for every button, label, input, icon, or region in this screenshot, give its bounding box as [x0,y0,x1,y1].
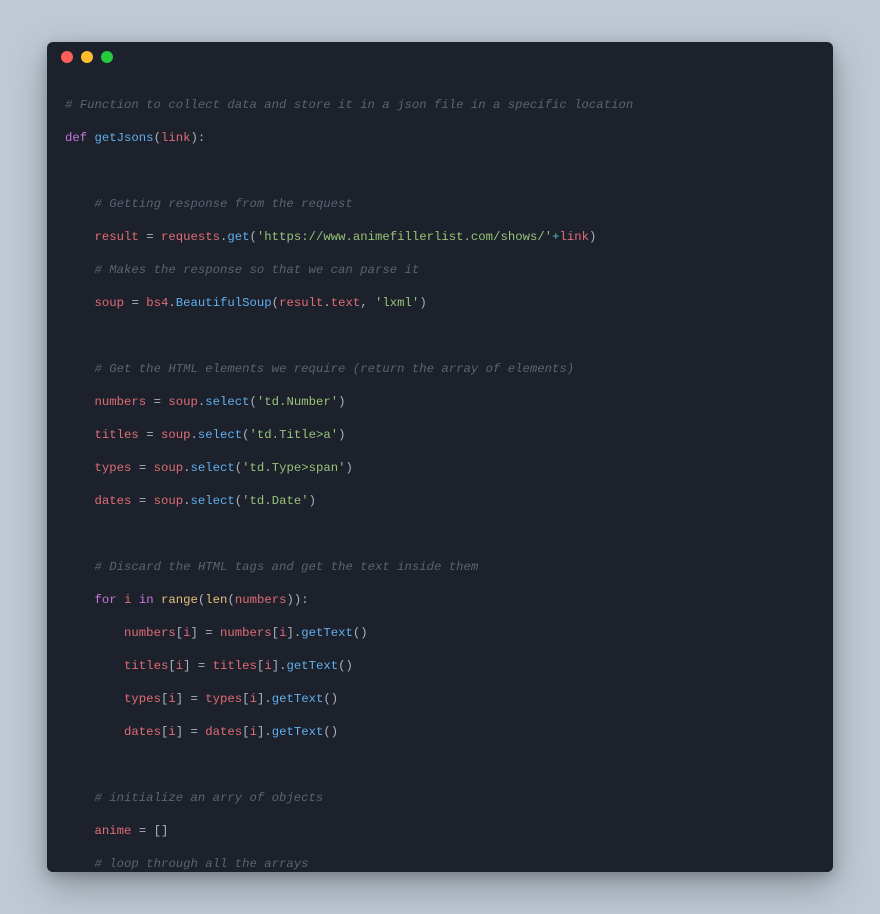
code-funcname: getJsons [95,131,154,145]
close-icon[interactable] [61,51,73,63]
code-comment: # Makes the response so that we can pars… [95,263,420,277]
code-comment: # initialize an arry of objects [95,791,324,805]
code-comment: # Getting response from the request [95,197,353,211]
code-comment: # loop through all the arrays [95,857,309,871]
maximize-icon[interactable] [101,51,113,63]
code-comment: # Discard the HTML tags and get the text… [95,560,479,574]
code-var: soup [95,296,125,310]
titlebar [47,42,833,72]
code-content: # Function to collect data and store it … [47,72,833,872]
code-keyword: def [65,131,87,145]
code-comment: # Get the HTML elements we require (retu… [95,362,575,376]
code-comment: # Function to collect data and store it … [65,98,633,112]
code-param: link [161,131,191,145]
editor-window: # Function to collect data and store it … [47,42,833,872]
minimize-icon[interactable] [81,51,93,63]
code-var: result [95,230,139,244]
